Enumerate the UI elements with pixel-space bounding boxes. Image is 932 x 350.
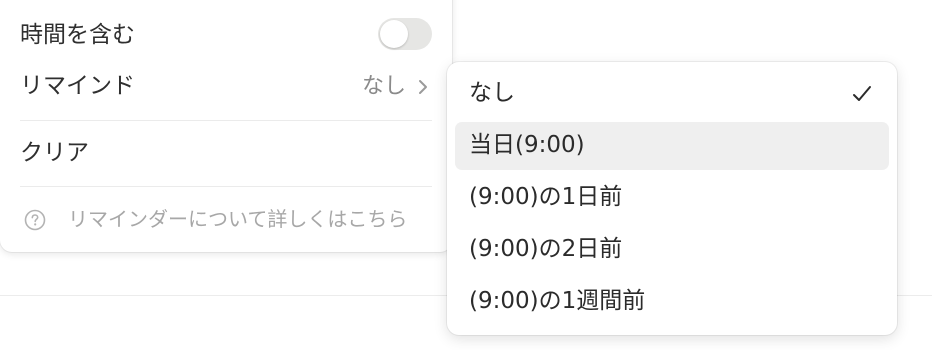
menu-item-label: 当日(9:00) — [469, 132, 585, 158]
menu-item-label: (9:00)の1週間前 — [469, 288, 646, 314]
menu-item-label: なし — [469, 80, 515, 106]
menu-item-same-day[interactable]: 当日(9:00) — [455, 122, 889, 170]
question-circle-icon — [24, 209, 46, 231]
toggle-knob — [380, 20, 408, 48]
menu-item-none[interactable]: なし — [455, 70, 889, 118]
menu-item-1-day-before[interactable]: (9:00)の1日前 — [455, 174, 889, 222]
help-link-text: リマインダーについて詳しくはこちら — [68, 207, 408, 231]
include-time-label: 時間を含む — [20, 22, 135, 48]
reminder-value: なし — [361, 74, 406, 99]
menu-item-2-days-before[interactable]: (9:00)の2日前 — [455, 226, 889, 274]
chevron-right-icon — [419, 80, 427, 94]
divider — [20, 120, 432, 121]
divider — [20, 186, 432, 187]
include-time-toggle[interactable] — [378, 18, 432, 50]
menu-item-label: (9:00)の1日前 — [469, 184, 623, 210]
checkmark-icon — [853, 86, 871, 101]
menu-item-label: (9:00)の2日前 — [469, 236, 623, 262]
menu-item-1-week-before[interactable]: (9:00)の1週間前 — [455, 278, 889, 326]
clear-button[interactable]: クリア — [20, 142, 89, 165]
reminder-label: リマインド — [20, 73, 135, 99]
reminder-dropdown-menu: なし 当日(9:00) (9:00)の1日前 (9:00)の2日前 (9:00)… — [447, 62, 897, 335]
